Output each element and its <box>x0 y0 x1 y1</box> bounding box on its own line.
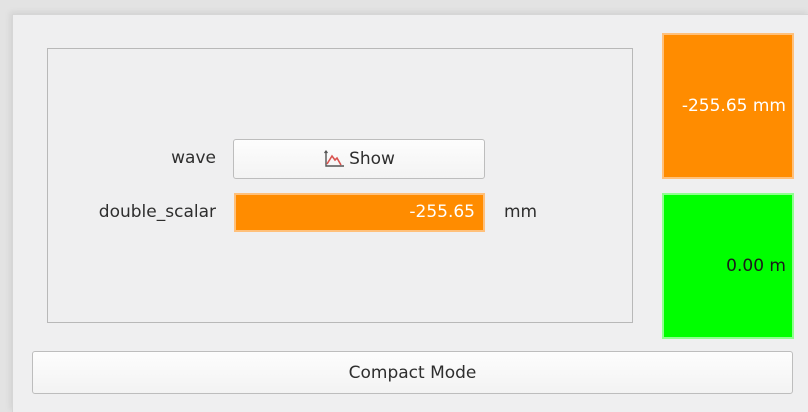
secondary-value-text: 0.00 m <box>726 256 786 276</box>
double-scalar-label: double_scalar <box>98 202 216 222</box>
show-wave-button[interactable]: Show <box>233 139 485 179</box>
compact-mode-button[interactable]: Compact Mode <box>32 351 793 394</box>
waveform-plot-icon <box>323 149 347 169</box>
wave-label: wave <box>171 148 216 168</box>
primary-value-indicator: -255.65 mm <box>662 33 794 179</box>
show-button-label: Show <box>349 149 395 169</box>
double-scalar-field[interactable]: -255.65 <box>234 193 485 232</box>
compact-mode-label: Compact Mode <box>348 362 477 383</box>
primary-value-text: -255.65 mm <box>681 96 786 116</box>
secondary-value-indicator: 0.00 m <box>662 193 794 339</box>
scalar-unit-label: mm <box>504 202 538 222</box>
form-group-frame <box>47 48 633 323</box>
